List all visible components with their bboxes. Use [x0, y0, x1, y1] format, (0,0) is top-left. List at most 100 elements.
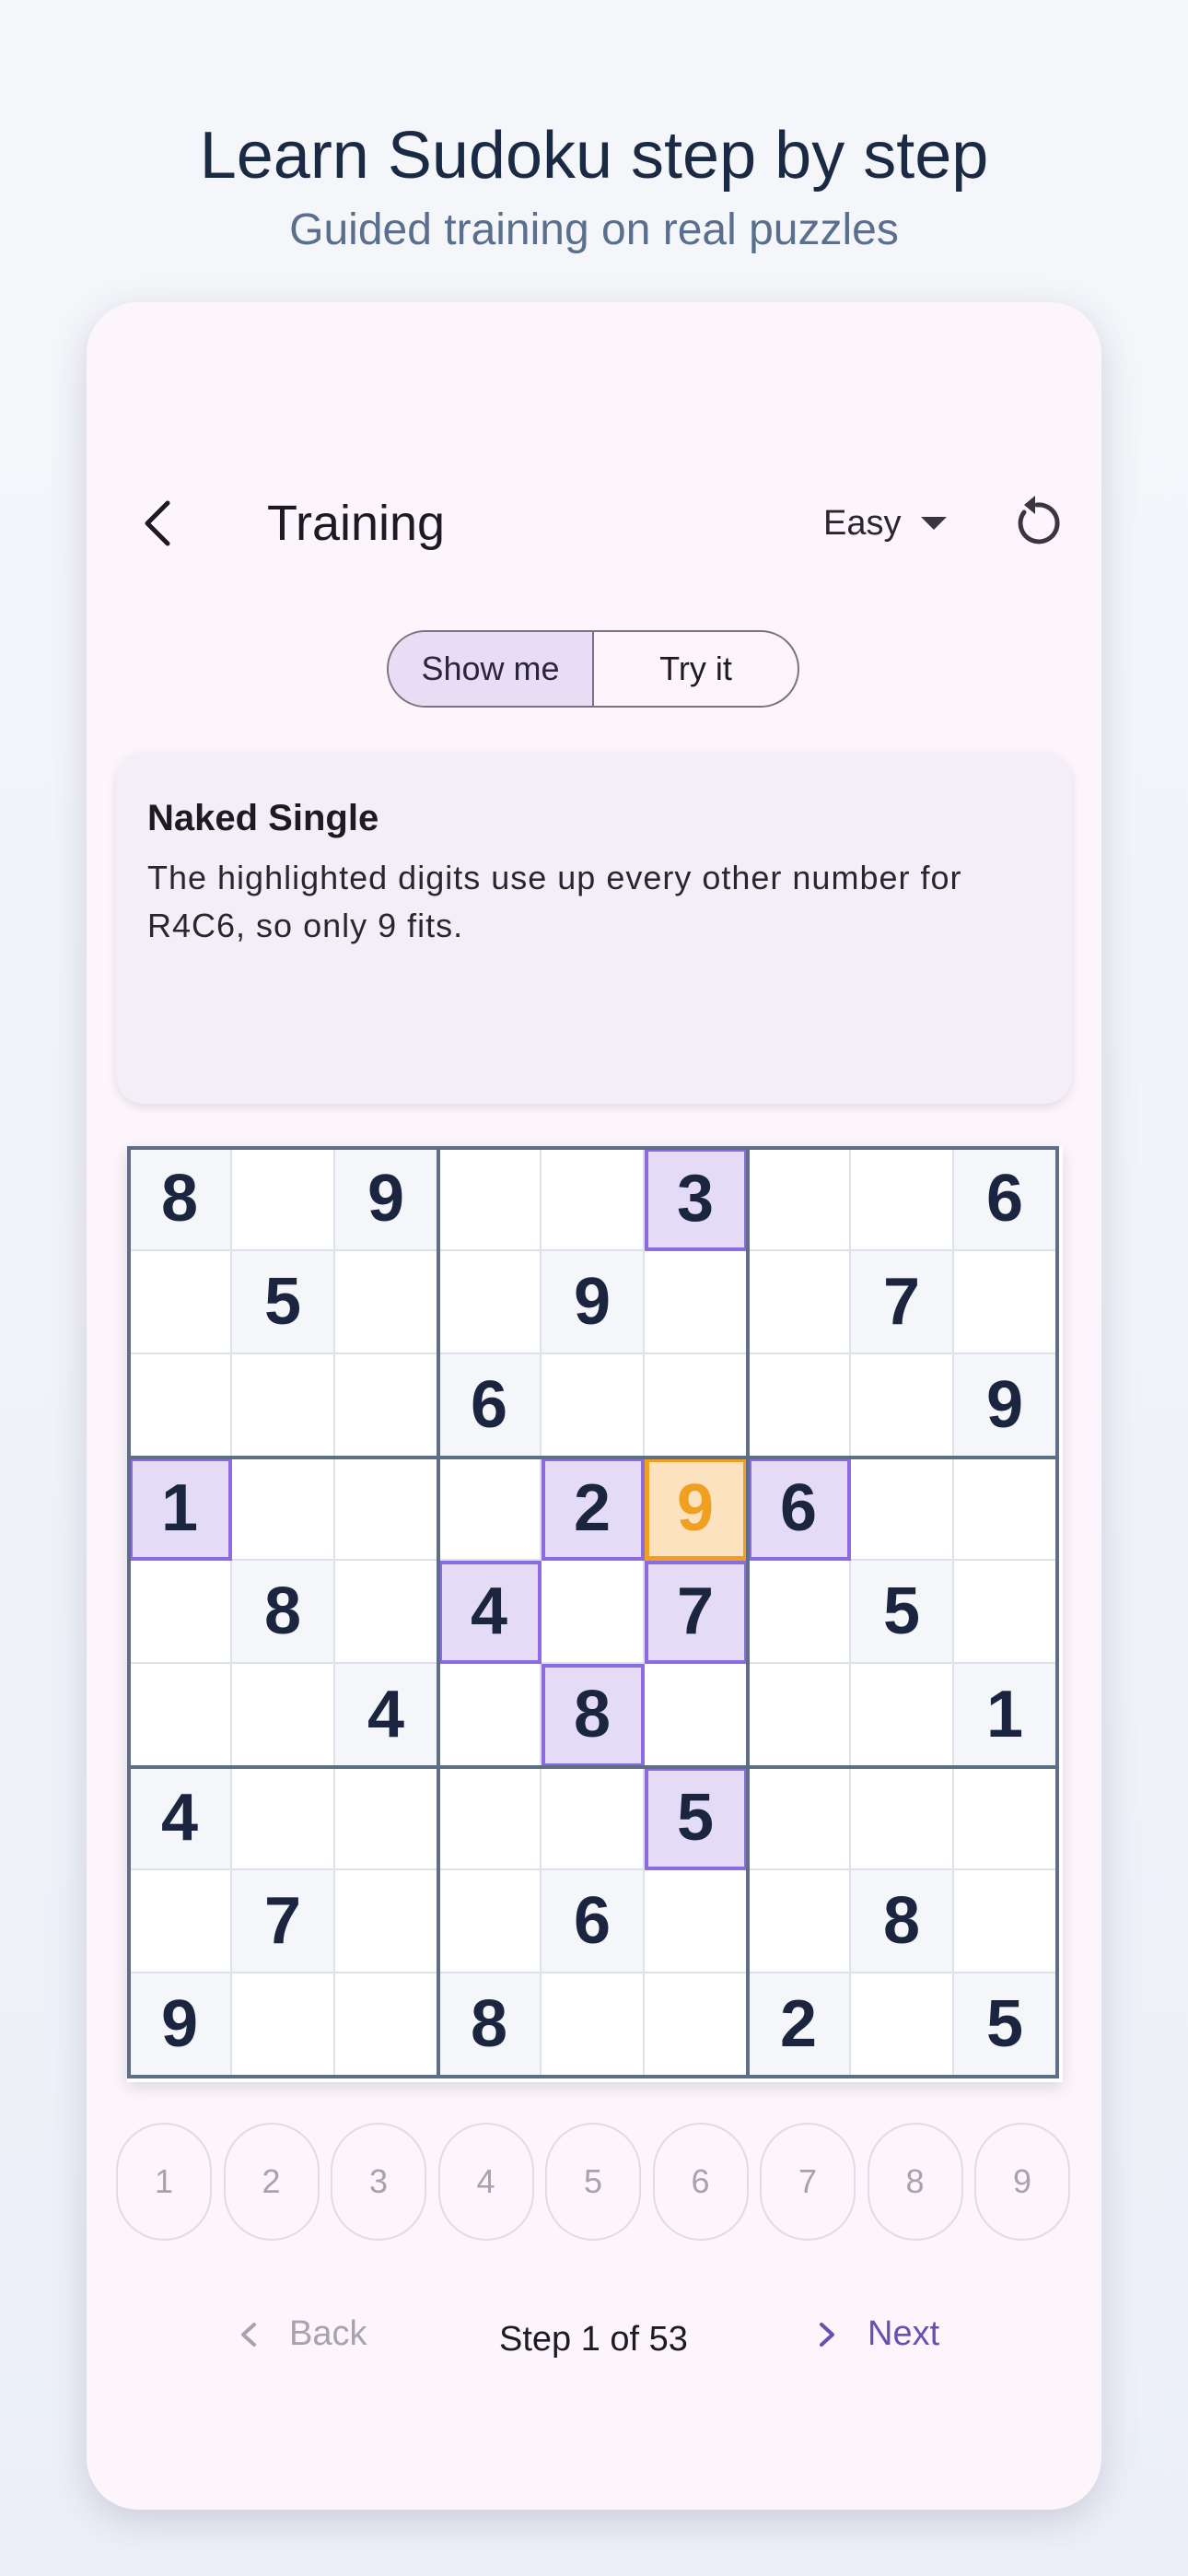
refresh-icon: [1018, 496, 1060, 544]
number-pad-button-2[interactable]: 2: [223, 2123, 320, 2241]
cell-r7c5[interactable]: [542, 1767, 645, 1870]
difficulty-dropdown[interactable]: Easy: [823, 498, 948, 549]
cell-r5c5[interactable]: [542, 1561, 645, 1664]
cell-r7c6[interactable]: 5: [645, 1767, 748, 1870]
try-it-button[interactable]: Try it: [594, 632, 798, 706]
cell-r7c3[interactable]: [335, 1767, 438, 1870]
cell-r9c5[interactable]: [542, 1973, 645, 2077]
cell-r4c5[interactable]: 2: [542, 1458, 645, 1561]
cell-r3c5[interactable]: [542, 1354, 645, 1458]
cell-r5c4[interactable]: 4: [438, 1561, 542, 1664]
cell-r8c2[interactable]: 7: [232, 1870, 335, 1973]
cell-r6c6[interactable]: [645, 1664, 748, 1767]
cell-r9c1[interactable]: 9: [129, 1973, 232, 2077]
previous-step-button[interactable]: Back: [238, 2314, 367, 2354]
cell-r4c2[interactable]: [232, 1458, 335, 1561]
cell-r4c8[interactable]: [851, 1458, 954, 1561]
cell-r3c8[interactable]: [851, 1354, 954, 1458]
cell-r9c3[interactable]: [335, 1973, 438, 2077]
number-pad-button-8[interactable]: 8: [867, 2123, 963, 2241]
cell-r5c3[interactable]: [335, 1561, 438, 1664]
restart-button[interactable]: [1007, 494, 1066, 553]
next-step-button[interactable]: Next: [816, 2314, 939, 2354]
cell-r3c6[interactable]: [645, 1354, 748, 1458]
cell-r1c8[interactable]: [851, 1148, 954, 1251]
cell-r4c4[interactable]: [438, 1458, 542, 1561]
cell-r7c4[interactable]: [438, 1767, 542, 1870]
cell-r7c1[interactable]: 4: [129, 1767, 232, 1870]
cell-r1c6[interactable]: 3: [645, 1148, 748, 1251]
cell-r7c2[interactable]: [232, 1767, 335, 1870]
number-pad-button-1[interactable]: 1: [116, 2123, 212, 2241]
number-pad-button-6[interactable]: 6: [652, 2123, 749, 2241]
cell-r3c1[interactable]: [129, 1354, 232, 1458]
cell-r8c8[interactable]: 8: [851, 1870, 954, 1973]
cell-r6c2[interactable]: [232, 1664, 335, 1767]
cell-r6c1[interactable]: [129, 1664, 232, 1767]
cell-r7c7[interactable]: [748, 1767, 851, 1870]
cell-r1c2[interactable]: [232, 1148, 335, 1251]
cell-r3c2[interactable]: [232, 1354, 335, 1458]
cell-r6c4[interactable]: [438, 1664, 542, 1767]
cell-r2c1[interactable]: [129, 1251, 232, 1354]
number-pad-button-4[interactable]: 4: [437, 2123, 534, 2241]
cell-r1c9[interactable]: 6: [954, 1148, 1057, 1251]
number-pad-button-7[interactable]: 7: [760, 2123, 856, 2241]
cell-r1c5[interactable]: [542, 1148, 645, 1251]
cell-r4c7[interactable]: 6: [748, 1458, 851, 1561]
cell-r9c2[interactable]: [232, 1973, 335, 2077]
cell-r1c4[interactable]: [438, 1148, 542, 1251]
cell-r8c6[interactable]: [645, 1870, 748, 1973]
number-pad-button-3[interactable]: 3: [331, 2123, 426, 2241]
cell-r2c7[interactable]: [748, 1251, 851, 1354]
cell-r4c6[interactable]: 9: [645, 1458, 748, 1561]
cell-r6c3[interactable]: 4: [335, 1664, 438, 1767]
cell-r5c7[interactable]: [748, 1561, 851, 1664]
hint-text: The highlighted digits use up every othe…: [147, 859, 962, 944]
cell-r8c3[interactable]: [335, 1870, 438, 1973]
cell-r4c1[interactable]: 1: [129, 1458, 232, 1561]
cell-r3c9[interactable]: 9: [954, 1354, 1057, 1458]
cell-r9c7[interactable]: 2: [748, 1973, 851, 2077]
cell-r1c3[interactable]: 9: [335, 1148, 438, 1251]
cell-r9c6[interactable]: [645, 1973, 748, 2077]
back-button[interactable]: [133, 496, 188, 551]
cell-r6c5[interactable]: 8: [542, 1664, 645, 1767]
cell-r8c7[interactable]: [748, 1870, 851, 1973]
cell-r3c7[interactable]: [748, 1354, 851, 1458]
cell-r5c1[interactable]: [129, 1561, 232, 1664]
cell-r8c5[interactable]: 6: [542, 1870, 645, 1973]
cell-r1c7[interactable]: [748, 1148, 851, 1251]
cell-r2c6[interactable]: [645, 1251, 748, 1354]
cell-r2c3[interactable]: [335, 1251, 438, 1354]
cell-r7c9[interactable]: [954, 1767, 1057, 1870]
show-me-button[interactable]: Show me: [389, 632, 594, 706]
cell-r5c2[interactable]: 8: [232, 1561, 335, 1664]
cell-r4c3[interactable]: [335, 1458, 438, 1561]
cell-r1c1[interactable]: 8: [129, 1148, 232, 1251]
cell-r8c4[interactable]: [438, 1870, 542, 1973]
cell-r3c3[interactable]: [335, 1354, 438, 1458]
cell-r5c6[interactable]: 7: [645, 1561, 748, 1664]
cell-r9c4[interactable]: 8: [438, 1973, 542, 2077]
cell-r2c9[interactable]: [954, 1251, 1057, 1354]
cell-r2c4[interactable]: [438, 1251, 542, 1354]
cell-r6c9[interactable]: 1: [954, 1664, 1057, 1767]
cell-r6c8[interactable]: [851, 1664, 954, 1767]
number-pad-button-5[interactable]: 5: [545, 2123, 641, 2241]
hint-title: Naked Single: [147, 798, 379, 838]
cell-r4c9[interactable]: [954, 1458, 1057, 1561]
cell-r3c4[interactable]: 6: [438, 1354, 542, 1458]
cell-r2c5[interactable]: 9: [542, 1251, 645, 1354]
cell-r8c9[interactable]: [954, 1870, 1057, 1973]
cell-r5c8[interactable]: 5: [851, 1561, 954, 1664]
cell-r5c9[interactable]: [954, 1561, 1057, 1664]
cell-r2c8[interactable]: 7: [851, 1251, 954, 1354]
cell-r9c8[interactable]: [851, 1973, 954, 2077]
cell-r9c9[interactable]: 5: [954, 1973, 1057, 2077]
cell-r6c7[interactable]: [748, 1664, 851, 1767]
cell-r2c2[interactable]: 5: [232, 1251, 335, 1354]
number-pad-button-9[interactable]: 9: [974, 2123, 1070, 2241]
cell-r8c1[interactable]: [129, 1870, 232, 1973]
cell-r7c8[interactable]: [851, 1767, 954, 1870]
